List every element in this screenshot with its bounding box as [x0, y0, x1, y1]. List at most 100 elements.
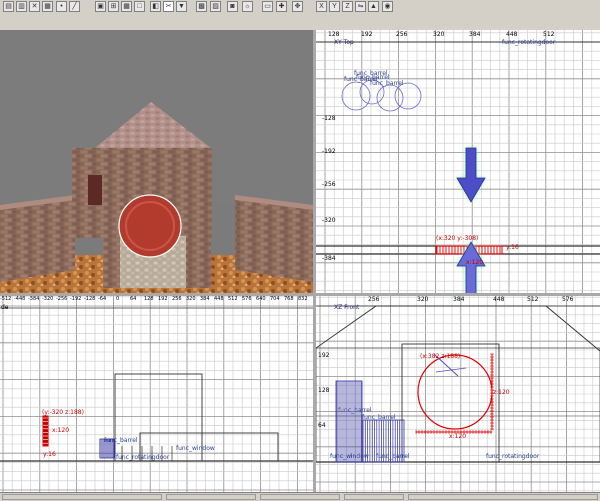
filter-icon[interactable]: ▼ [176, 1, 187, 12]
front-selection-origin: (x:382 z:188) [420, 353, 460, 360]
side-xtick: 704 [270, 296, 280, 302]
front-entity-2: func_barrel [362, 414, 396, 421]
side-xtick: -192 [70, 296, 82, 302]
side-xtick: 640 [256, 296, 266, 302]
copy-icon[interactable]: ▦ [42, 1, 53, 12]
top-selection-x: x:120 [466, 259, 483, 266]
vertex-icon[interactable]: • [56, 1, 67, 12]
front-entity-5: func_rotatingdoor [486, 453, 540, 460]
top-xtick-2: 192 [361, 31, 373, 38]
top-ytick-5: -384 [322, 255, 336, 262]
side-xtick: -64 [98, 296, 107, 302]
top-entity-4: func_barrel [370, 80, 404, 87]
front-ytick-2: 128 [318, 387, 330, 394]
front-entity-4: func_barrel [376, 453, 410, 460]
camera-icon[interactable]: ◙ [227, 1, 238, 12]
side-xtick: 384 [200, 296, 210, 302]
top-ytick-4: -320 [322, 217, 336, 224]
top-xtick-3: 256 [396, 31, 408, 38]
camera-render [0, 30, 313, 293]
top-xtick-1: 128 [328, 31, 340, 38]
y-axis-icon[interactable]: Y [329, 1, 340, 12]
front-viewport[interactable]: XZ Front 256 320 384 448 512 576 192 128… [316, 296, 600, 492]
top-xtick-4: 320 [433, 31, 445, 38]
top-viewport[interactable]: XY Top func_barrel func_barrel func_barr… [316, 30, 600, 293]
top-selection-y: y:16 [506, 244, 519, 251]
front-entity-1: func_barrel [338, 407, 372, 414]
top-xtick-7: 512 [543, 31, 555, 38]
front-selection-z: z:120 [493, 389, 510, 396]
window-icon[interactable]: □ [134, 1, 145, 12]
clipper-icon[interactable]: ✂ [163, 1, 174, 12]
side-xtick: 768 [284, 296, 294, 302]
edge-icon[interactable]: ╱ [69, 1, 80, 12]
side-entity-2: func_window [176, 445, 215, 452]
side-xtick: 192 [158, 296, 168, 302]
status-cell-5 [408, 494, 598, 500]
top-xtick-5: 384 [469, 31, 481, 38]
side-xtick: -320 [42, 296, 54, 302]
save-icon[interactable]: ▥ [16, 1, 27, 12]
texture-icon[interactable]: ▨ [210, 1, 221, 12]
side-xtick: 576 [242, 296, 252, 302]
side-xtick: 0 [116, 296, 120, 302]
light-icon[interactable]: ☼ [242, 1, 253, 12]
side-corner-label: de [1, 304, 9, 311]
face-icon[interactable]: ▣ [95, 1, 106, 12]
status-cell-4 [344, 494, 404, 500]
side-xtick: 64 [130, 296, 137, 302]
side-xtick: 128 [144, 296, 154, 302]
main-toolbar: ▤ ▥ ✕ ▦ • ╱ ▣ ⊞ ▦ □ ◧ ✂ ▼ ▩ ▨ ◙ ☼ ▭ ✚ ✥ X Y Z ⇋ ▲ ◉ [0, 0, 600, 15]
top-view-label: XY Top [334, 39, 354, 46]
vertical-splitter[interactable] [313, 30, 316, 492]
front-view-label: XZ Front [334, 304, 360, 311]
front-xtick-1: 256 [368, 296, 380, 303]
x-axis-icon[interactable]: X [316, 1, 327, 12]
top-selection-origin: (x:320 y:-308) [436, 235, 478, 242]
side-xtick: 256 [172, 296, 182, 302]
top-entity-5: func_rotatingdoor [502, 39, 556, 46]
side-xtick: 512 [228, 296, 238, 302]
select-icon[interactable]: ⊞ [108, 1, 119, 12]
patch-icon[interactable]: ▩ [196, 1, 207, 12]
side-xtick: 448 [214, 296, 224, 302]
side-viewport[interactable]: de (y:-320 z:188) x:120 y:16 func_barrel… [0, 296, 313, 492]
warning-icon[interactable]: ▲ [368, 1, 379, 12]
side-xtick: 832 [298, 296, 308, 302]
brush-icon[interactable]: ▦ [121, 1, 132, 12]
move-icon[interactable]: ✥ [292, 1, 303, 12]
status-cell-main [2, 494, 162, 500]
front-xtick-3: 384 [453, 296, 465, 303]
camera-viewport[interactable] [0, 30, 313, 293]
plus-icon[interactable]: ✚ [276, 1, 287, 12]
status-cell-2 [166, 494, 256, 500]
front-labels: XZ Front 256 320 384 448 512 576 192 128… [318, 296, 574, 460]
front-xtick-6: 576 [562, 296, 574, 303]
top-labels: XY Top func_barrel func_barrel func_barr… [322, 31, 556, 266]
side-labels: de (y:-320 z:188) x:120 y:16 func_barrel… [1, 304, 215, 461]
side-xtick: -512 [0, 296, 12, 302]
top-ytick-1: -128 [322, 115, 336, 122]
side-xtick: -128 [84, 296, 96, 302]
region-icon[interactable]: ▭ [262, 1, 273, 12]
eye-icon[interactable]: ◉ [382, 1, 393, 12]
front-ytick-1: 192 [318, 352, 330, 359]
cut-icon[interactable]: ✕ [29, 1, 40, 12]
front-xtick-5: 512 [527, 296, 539, 303]
side-xtick: 320 [186, 296, 196, 302]
entity-icon[interactable]: ◧ [150, 1, 161, 12]
status-cell-3 [260, 494, 340, 500]
side-xtick: -448 [14, 296, 26, 302]
side-entity-3: func_rotatingdoor [116, 454, 170, 461]
top-ytick-2: -192 [322, 148, 336, 155]
side-selection-y: y:16 [43, 451, 56, 458]
flip-icon[interactable]: ⇋ [355, 1, 366, 12]
horizontal-splitter[interactable] [0, 293, 600, 296]
side-entity-1: func_barrel [104, 437, 138, 444]
front-selection-x: x:120 [449, 433, 466, 440]
front-ytick-3: 64 [318, 422, 326, 429]
side-selection-origin: (y:-320 z:188) [42, 409, 84, 416]
open-icon[interactable]: ▤ [3, 1, 14, 12]
front-xtick-2: 320 [417, 296, 429, 303]
z-axis-icon[interactable]: Z [342, 1, 353, 12]
